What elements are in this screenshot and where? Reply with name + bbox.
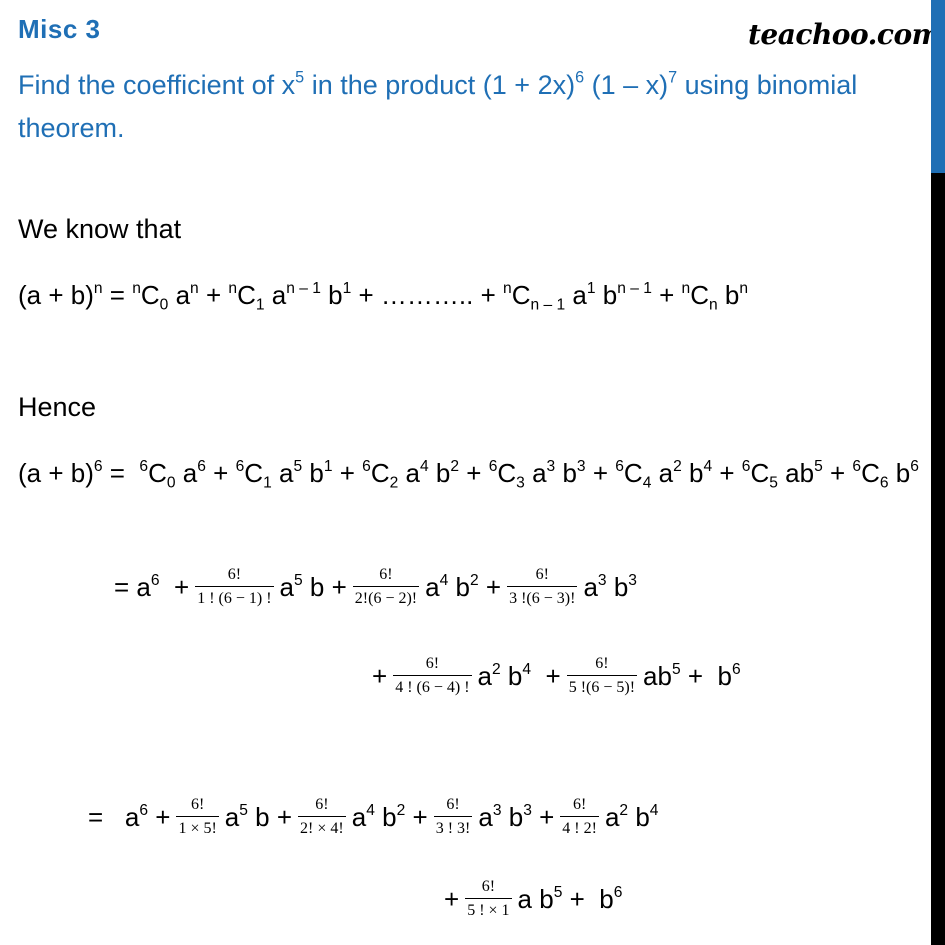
q-sup: 7 [668,68,678,87]
fraction: 6! 5 !(6 − 5)! [566,655,638,696]
scrollbar-thumb[interactable] [931,0,945,173]
fraction: 6! 2! × 4! [298,796,346,837]
we-know-text: We know that [18,214,182,244]
fraction: 6! 1 × 5! [176,796,219,837]
step1-line1: = a6 + 6! 1 ! (6 − 1) ! a5 b + 6! 2!(6 − 2… [114,566,637,607]
fraction: 6! 3 !(6 − 3)! [507,566,578,607]
q-text: using binomial [677,70,858,100]
step2-line1: = a6 + 6! 1 × 5! a5 b + 6! 2! × 4! a4 b2 +… [88,796,659,837]
fraction: 6! 1 ! (6 − 1) ! [195,566,274,607]
question-line-2: theorem. [18,113,125,143]
q-text: Find the coefficient of x [18,70,296,100]
fraction: 6! 4 ! (6 − 4) ! [393,655,472,696]
fraction: 6! 4 ! 2! [560,796,599,837]
page-title: Misc 3 [18,14,101,44]
fraction: 6! 5 ! × 1 [465,878,512,919]
q-text: (1 – x) [584,70,669,100]
q-sup: 6 [575,68,585,87]
step2-line2: + 6! 5 ! × 1 a b5 + b6 [444,878,623,919]
fraction: 6! 3 ! 3! [433,796,473,837]
question-line-1: Find the coefficient of x5 in the produc… [18,70,857,101]
hence-text: Hence [18,392,97,422]
q-sup: 5 [295,68,305,87]
brand-logo: teachoo.com [748,18,941,51]
step1-line2: + 6! 4 ! (6 − 4) ! a2 b4 + 6! 5 !(6 − 5)! … [372,655,741,696]
fraction: 6! 2!(6 − 2)! [352,566,420,607]
expansion-six-formula: (a + b)6 = 6C0 a6 + 6C1 a5 b1 + 6C2 a4 b… [18,458,919,492]
general-binomial-formula: (a + b)n = nC0 an + nC1 an – 1 b1 + ……….… [18,280,749,314]
q-text: in the product (1 + 2x) [304,70,576,100]
